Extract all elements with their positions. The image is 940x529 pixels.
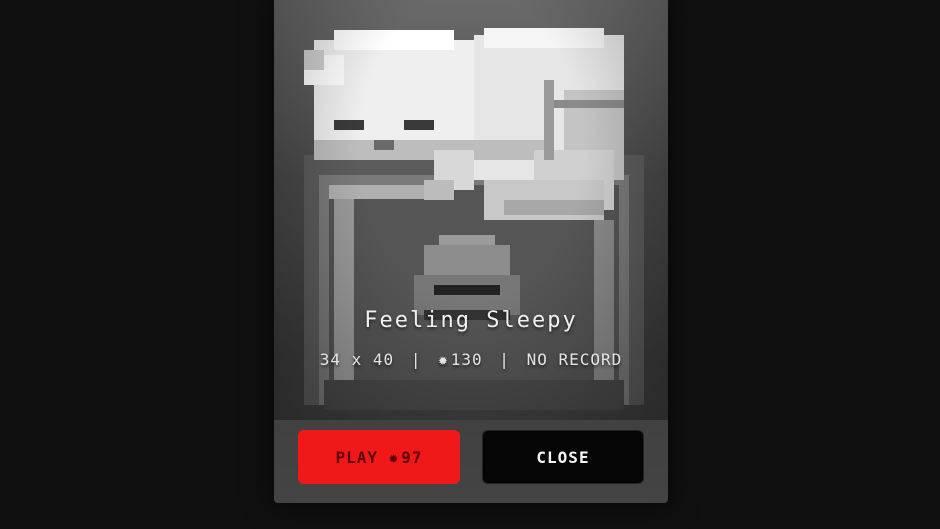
puzzle-height: 40 — [372, 350, 395, 369]
close-button[interactable]: CLOSE — [482, 430, 644, 484]
gear-icon: ✹ — [438, 350, 449, 369]
record-status: NO RECORD — [526, 350, 623, 369]
meta-separator: | — [410, 350, 422, 369]
play-button[interactable]: PLAY ✹ 97 — [298, 430, 460, 484]
close-button-label: CLOSE — [536, 447, 590, 467]
gear-icon: ✹ — [388, 447, 400, 467]
meta-separator: | — [499, 350, 510, 369]
play-cost: 97 — [401, 447, 423, 467]
puzzle-preview-dialog: Feeling Sleepy 34 x 40 | ✹ 130 | NO RECOR… — [274, 0, 668, 503]
puzzle-width: 34 — [319, 350, 341, 369]
puzzle-meta: 34 x 40 | ✹ 130 | NO RECORD — [274, 350, 668, 369]
play-button-label: PLAY — [335, 447, 378, 467]
size-separator: x — [351, 350, 363, 369]
puzzle-title: Feeling Sleepy — [364, 308, 578, 333]
coin-cost: 130 — [450, 350, 483, 369]
